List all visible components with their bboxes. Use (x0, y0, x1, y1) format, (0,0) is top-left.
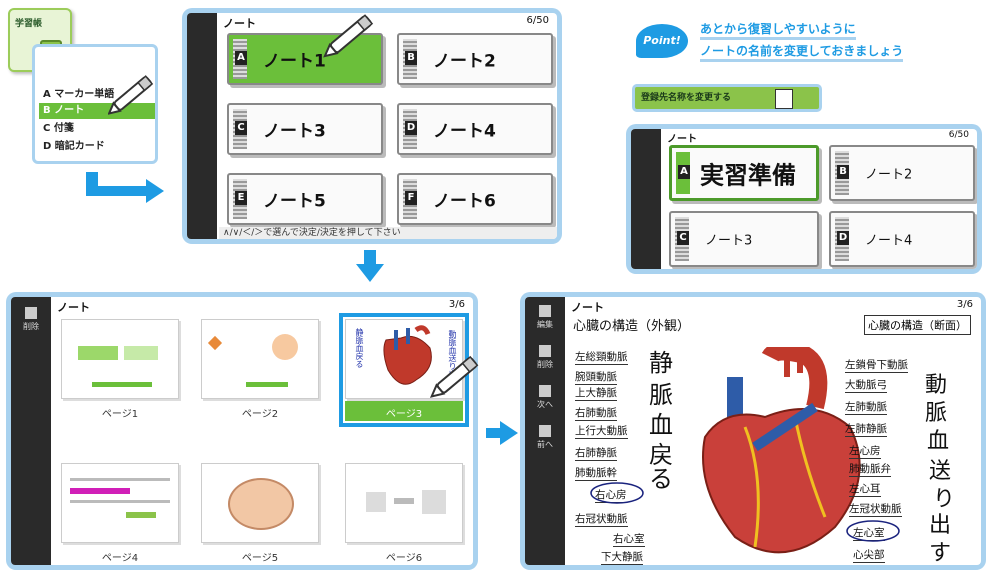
note-button-3[interactable]: C ノート3 (669, 211, 819, 267)
screen-title: ノート (57, 301, 90, 314)
page-count: 6/50 (948, 130, 969, 140)
note-button-4[interactable]: D ノート4 (829, 211, 975, 267)
note-button-2[interactable]: B ノート2 (397, 33, 553, 85)
page-count: 3/6 (448, 299, 465, 310)
note-button-1[interactable]: A 実習準備 (669, 145, 819, 201)
note-button-2[interactable]: B ノート2 (829, 145, 975, 201)
diagram-heading: 心臓の構造（外観） (573, 319, 691, 334)
label-aortic-arch: 大動脈弓 (845, 379, 887, 393)
page-count: 3/6 (956, 299, 973, 310)
rename-button-label: 登録先名称を変更する (641, 93, 732, 103)
screen-title: ノート (571, 301, 604, 314)
side-toolbar (187, 13, 217, 239)
label-left-atrium: 左心房 (849, 445, 881, 459)
prev-button[interactable]: 前へ (529, 421, 561, 455)
side-toolbar: 削除 (11, 297, 51, 565)
page-count: 6/50 (526, 15, 549, 26)
label-brachiocephalic: 腕頭動脈 (575, 371, 617, 385)
handwriting-right-7: す (929, 541, 952, 565)
label-inferior-vena-cava: 下大静脈 (601, 551, 643, 565)
arrow-right-segment (86, 186, 148, 196)
next-icon (539, 385, 551, 397)
delete-button[interactable]: 削除 (529, 341, 561, 375)
next-button[interactable]: 次へ (529, 381, 561, 415)
circle-mark (846, 520, 900, 542)
page-label-6: ページ6 (385, 553, 423, 564)
circle-mark (590, 482, 644, 504)
page-label-4: ページ4 (101, 553, 139, 564)
note-button-5[interactable]: E ノート5 (227, 173, 383, 225)
label-left-pulmonary-vein: 左肺静脈 (845, 423, 887, 437)
label-left-auricle: 左心耳 (849, 483, 881, 497)
menu-item-sticky[interactable]: C 付箋 (39, 121, 155, 137)
rename-icon (775, 89, 793, 109)
label-pulmonary-valve: 肺動脈弁 (849, 463, 891, 477)
label-right-coronary: 右冠状動脈 (575, 513, 628, 527)
handwriting-left-1: 静 (649, 349, 673, 377)
handwriting-right-3: 血 (927, 429, 950, 454)
delete-button[interactable]: 削除 (15, 303, 47, 337)
page-thumbnail-4[interactable] (61, 463, 179, 543)
trash-icon (539, 345, 551, 357)
note-button-3[interactable]: C ノート3 (227, 103, 383, 155)
handwriting-left-5: る (649, 465, 673, 493)
arrow-right-head (146, 179, 164, 203)
label-ascending-aorta: 上行大動脈 (575, 425, 628, 439)
label-apex: 心尖部 (853, 549, 885, 563)
label-right-ventricle: 右心室 (613, 533, 645, 547)
label-left-carotid: 左総頸動脈 (575, 351, 628, 365)
label-left-pulmonary-artery: 左肺動脈 (845, 401, 887, 415)
page-thumbnail-5[interactable] (201, 463, 319, 543)
label-superior-vena-cava: 上大静脈 (575, 387, 617, 401)
label-left-coronary: 左冠状動脈 (849, 503, 902, 517)
diagram-heading-right: 心臓の構造（断面） (864, 315, 971, 335)
edit-button[interactable]: 編集 (529, 301, 561, 335)
trash-icon (25, 307, 37, 319)
side-toolbar (631, 129, 661, 269)
stylus-pen-icon (323, 14, 374, 58)
pen-icon (539, 305, 551, 317)
menu-item-flashcard[interactable]: D 暗記カード (39, 139, 155, 155)
point-line-1: あとから復習しやすいように (700, 20, 856, 40)
stylus-pen-icon (430, 355, 479, 398)
page-thumbnail-1[interactable] (61, 319, 179, 399)
arrow-right-head (500, 421, 518, 445)
rename-button[interactable]: 登録先名称を変更する (632, 84, 822, 112)
label-subclavian: 左鎖骨下動脈 (845, 359, 908, 373)
study-book-label: 学習帳 (15, 19, 43, 29)
point-badge: Point! (636, 24, 688, 58)
prev-icon (539, 425, 551, 437)
hint-bar: ∧/∨/＜/＞で選んで決定/決定を押して下さい (219, 227, 557, 239)
page-label-2: ページ2 (241, 409, 279, 420)
screen-title: ノート (667, 134, 697, 145)
note-button-6[interactable]: F ノート6 (397, 173, 553, 225)
screen-title: ノート (223, 17, 256, 30)
side-toolbar: 編集 削除 次へ 前へ (525, 297, 565, 565)
label-right-pulmonary-artery: 右肺動脈 (575, 407, 617, 421)
arrow-down-head (356, 264, 384, 282)
page-thumbnail-6[interactable] (345, 463, 463, 543)
page-label-1: ページ1 (101, 409, 139, 420)
renamed-note-screen: ノート 6/50 A 実習準備 B ノート2 C ノート3 D ノート4 (626, 124, 982, 274)
stylus-pen-icon (108, 75, 154, 115)
point-line-2: ノートの名前を変更しておきましょう (700, 42, 904, 62)
page-thumbnail-2[interactable] (201, 319, 319, 399)
page-label-5: ページ5 (241, 553, 279, 564)
label-right-pulmonary-vein: 右肺静脈 (575, 447, 617, 461)
label-pulmonary-trunk: 肺動脈幹 (575, 467, 617, 481)
page-list-screen: 削除 ノート 3/6 ページ1 ページ2 静脈血戻る 動脈血送り出す ページ3 … (6, 292, 478, 570)
note-button-4[interactable]: D ノート4 (397, 103, 553, 155)
heart-note-screen: 編集 削除 次へ 前へ ノート 3/6 心臓の構造（外観） 心臓の構造（断面） … (520, 292, 986, 570)
